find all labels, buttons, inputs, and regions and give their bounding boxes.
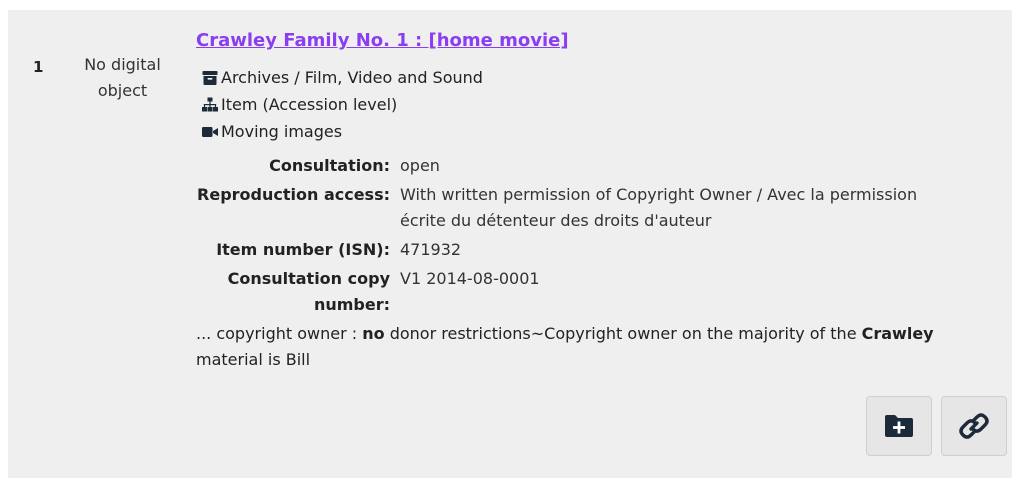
- field-value: 471932: [400, 240, 462, 259]
- field-consultation-copy-number: Consultation copy number: V1 2014-08-000…: [196, 266, 996, 318]
- field-reproduction-access: Reproduction access: With written permis…: [196, 182, 996, 234]
- archive-box-icon: [202, 70, 218, 85]
- add-to-folder-button[interactable]: [866, 396, 932, 456]
- meta-repository-text: Archives / Film, Video and Sound: [221, 68, 483, 87]
- field-label: Consultation copy number:: [227, 269, 390, 314]
- field-value: V1 2014-08-0001: [400, 269, 540, 288]
- field-label: Item number (ISN):: [216, 240, 390, 259]
- snippet-text: material is Bill: [196, 350, 311, 369]
- result-content: Crawley Family No. 1 : [home movie] Arch…: [196, 28, 996, 373]
- result-number: 1: [33, 58, 44, 76]
- meta-level-text: Item (Accession level): [221, 95, 398, 114]
- meta-format: Moving images: [202, 118, 996, 145]
- meta-format-text: Moving images: [221, 122, 343, 141]
- field-value: With written permission of Copyright Own…: [400, 185, 918, 230]
- snippet-highlight: no: [362, 324, 385, 343]
- field-label: Consultation:: [269, 156, 390, 175]
- result-title-link[interactable]: Crawley Family No. 1 : [home movie]: [196, 28, 569, 54]
- result-fields: Consultation: open Reproduction access: …: [196, 153, 996, 318]
- video-camera-icon: [202, 126, 218, 137]
- snippet-highlight: Crawley: [861, 324, 934, 343]
- search-snippet: ... copyright owner : no donor restricti…: [196, 321, 986, 373]
- meta-repository: Archives / Film, Video and Sound: [202, 64, 996, 91]
- field-label: Reproduction access:: [197, 185, 390, 204]
- no-digital-object-placeholder: No digital object: [84, 55, 161, 100]
- folder-plus-icon: [885, 415, 913, 437]
- meta-level: Item (Accession level): [202, 91, 996, 118]
- field-consultation: Consultation: open: [196, 153, 996, 179]
- link-icon: [959, 413, 989, 439]
- snippet-text: ... copyright owner :: [196, 324, 363, 343]
- link-button[interactable]: [941, 396, 1007, 456]
- hierarchy-icon: [202, 97, 218, 111]
- snippet-text: donor restrictions~Copyright owner on th…: [384, 324, 862, 343]
- field-value: open: [400, 156, 440, 175]
- field-item-number: Item number (ISN): 471932: [196, 237, 996, 263]
